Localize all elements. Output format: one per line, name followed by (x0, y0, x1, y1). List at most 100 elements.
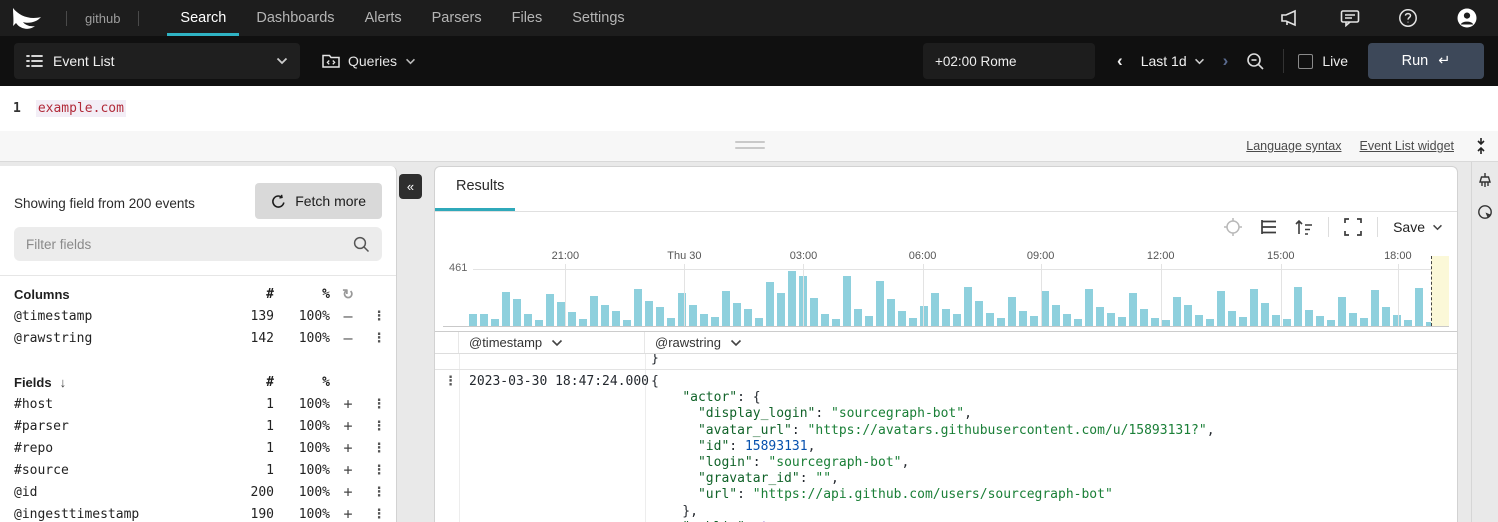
histogram-bar[interactable] (1162, 320, 1170, 326)
filter-fields-input[interactable] (26, 237, 353, 252)
zoom-out-icon[interactable] (1246, 52, 1265, 71)
histogram-bar[interactable] (1404, 320, 1412, 326)
run-button[interactable]: Run ↵ (1368, 43, 1484, 79)
histogram-bar[interactable] (1415, 288, 1423, 326)
row-density-icon[interactable] (1258, 218, 1278, 236)
histogram-bar[interactable] (1349, 313, 1357, 326)
histogram-bar[interactable] (1272, 315, 1280, 326)
histogram-bar[interactable] (942, 309, 950, 326)
histogram-bar[interactable] (623, 320, 631, 326)
histogram-bar[interactable] (1382, 307, 1390, 326)
histogram-bar[interactable] (557, 302, 565, 326)
histogram-bar[interactable] (601, 305, 609, 326)
histogram-bar[interactable] (612, 311, 620, 326)
histogram-bar[interactable] (1360, 318, 1368, 326)
time-range-dropdown[interactable]: Last 1d (1141, 53, 1205, 69)
histogram-bar[interactable] (986, 313, 994, 326)
chevron-down-icon[interactable] (730, 339, 742, 347)
field-menu-icon[interactable]: ⋮ (366, 331, 392, 346)
field-name[interactable]: #host (14, 397, 226, 412)
histogram-bar[interactable] (634, 289, 642, 326)
field-menu-icon[interactable]: ⋮ (366, 441, 392, 456)
histogram-bar[interactable] (953, 314, 961, 326)
histogram-bar[interactable] (931, 293, 939, 326)
histogram-bar[interactable] (1294, 287, 1302, 326)
histogram-bar[interactable] (1052, 305, 1060, 326)
field-name[interactable]: @rawstring (14, 331, 226, 346)
timezone-selector[interactable]: +02:00 Rome (923, 43, 1095, 79)
histogram-bar[interactable] (480, 314, 488, 326)
field-menu-icon[interactable]: ⋮ (366, 463, 392, 478)
histogram-bar[interactable] (1217, 291, 1225, 326)
histogram-bar[interactable] (711, 317, 719, 326)
fullscreen-icon[interactable] (1344, 218, 1362, 236)
histogram-bar[interactable] (1151, 318, 1159, 326)
field-name[interactable]: @id (14, 485, 226, 500)
field-menu-icon[interactable]: ⋮ (366, 485, 392, 500)
histogram-bar[interactable] (1195, 315, 1203, 326)
query-text[interactable]: example.com (36, 100, 126, 117)
histogram-bar[interactable] (546, 294, 554, 326)
tab-dashboards[interactable]: Dashboards (241, 0, 349, 36)
histogram-bar[interactable] (1316, 316, 1324, 326)
histogram-bar[interactable] (1305, 310, 1313, 326)
histogram-bar[interactable] (579, 319, 587, 326)
histogram-bar[interactable] (1283, 319, 1291, 326)
histogram-bar[interactable] (1173, 297, 1181, 326)
crosshair-icon[interactable] (1223, 217, 1243, 237)
histogram-bar[interactable] (1206, 319, 1214, 326)
histogram-bar[interactable] (1019, 311, 1027, 326)
histogram-bar[interactable] (854, 309, 862, 326)
histogram-bar[interactable] (744, 309, 752, 326)
histogram-bar[interactable] (898, 311, 906, 326)
histogram-bar[interactable] (667, 318, 675, 326)
histogram-bar[interactable] (689, 305, 697, 326)
tab-search[interactable]: Search (165, 0, 241, 36)
histogram-bar[interactable] (1118, 317, 1126, 326)
histogram-bar[interactable] (821, 314, 829, 326)
histogram-bar[interactable] (590, 296, 598, 326)
collapse-vertical-icon[interactable] (1474, 137, 1488, 155)
chevron-down-icon[interactable] (551, 339, 563, 347)
histogram-bar[interactable] (1250, 289, 1258, 326)
histogram-bar[interactable] (1107, 313, 1115, 326)
histogram-bar[interactable] (1041, 291, 1049, 326)
histogram-bar[interactable] (975, 301, 983, 326)
histogram-bar[interactable] (777, 293, 785, 326)
histogram-bar[interactable] (535, 320, 543, 326)
repository-name[interactable]: github (79, 11, 126, 26)
histogram-bar[interactable] (469, 314, 477, 326)
histogram-bar[interactable] (909, 318, 917, 326)
histogram-bar[interactable] (997, 318, 1005, 326)
add-field-button[interactable]: + (330, 439, 366, 457)
histogram-bar[interactable] (1030, 316, 1038, 326)
tab-parsers[interactable]: Parsers (417, 0, 497, 36)
row-menu-icon[interactable]: ⋮ (444, 374, 457, 389)
field-name[interactable]: #repo (14, 441, 226, 456)
tab-alerts[interactable]: Alerts (350, 0, 417, 36)
histogram-bar[interactable] (865, 316, 873, 326)
add-field-button[interactable]: + (330, 483, 366, 501)
histogram-bar[interactable] (1261, 303, 1269, 326)
field-menu-icon[interactable]: ⋮ (366, 507, 392, 522)
sort-descending-icon[interactable]: ↓ (60, 375, 67, 390)
query-editor[interactable]: 1 example.com (0, 86, 1498, 131)
histogram-bar[interactable] (832, 319, 840, 326)
histogram-bar[interactable] (1239, 317, 1247, 326)
histogram-bar[interactable] (876, 281, 884, 326)
target-cursor-icon[interactable] (1477, 204, 1494, 221)
queries-dropdown[interactable]: Queries (322, 53, 416, 69)
field-name[interactable]: #parser (14, 419, 226, 434)
histogram-bar[interactable] (810, 298, 818, 326)
histogram-bar[interactable] (920, 306, 928, 326)
field-name[interactable]: @ingesttimestamp (14, 507, 226, 522)
histogram-bar[interactable] (733, 303, 741, 326)
histogram-bar[interactable] (700, 314, 708, 326)
rawstring-column-header[interactable]: @rawstring (645, 332, 1457, 353)
histogram-bar[interactable] (1085, 289, 1093, 326)
save-dropdown[interactable]: Save (1393, 219, 1443, 235)
fetch-more-button[interactable]: Fetch more (255, 183, 382, 219)
add-field-button[interactable]: + (330, 417, 366, 435)
histogram-bar[interactable] (1140, 309, 1148, 326)
time-back-button[interactable]: ‹ (1117, 51, 1123, 71)
